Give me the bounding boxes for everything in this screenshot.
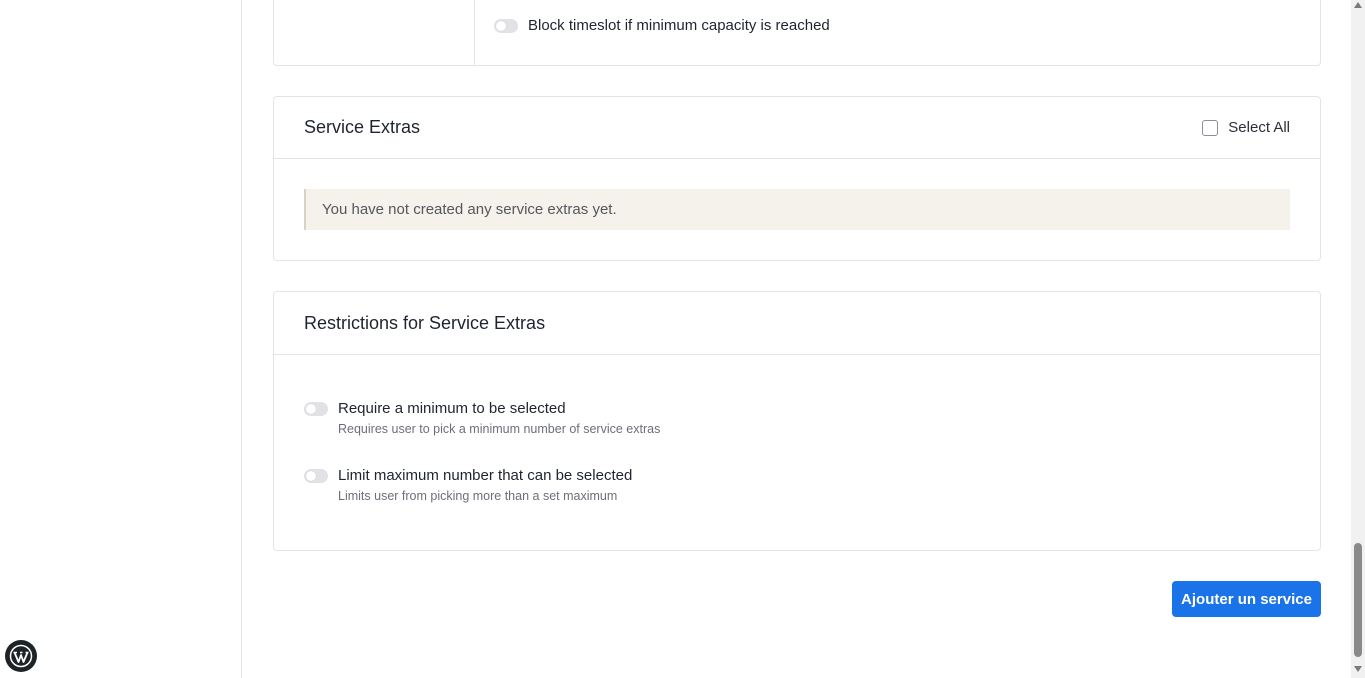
service-extras-title: Service Extras [304, 117, 421, 137]
empty-extras-notice: You have not created any service extras … [304, 189, 1290, 230]
main-content: Block timeslot if minimum capacity is re… [243, 0, 1351, 678]
require-minimum-label: Require a minimum to be selected [338, 400, 566, 417]
select-all-control[interactable]: Select All [1202, 119, 1290, 136]
block-timeslot-label: Block timeslot if minimum capacity is re… [528, 17, 830, 34]
require-minimum-toggle[interactable] [304, 401, 328, 416]
capacity-divider [474, 0, 475, 65]
restrictions-title: Restrictions for Service Extras [304, 312, 546, 333]
service-extras-header: Service Extras Select All [274, 97, 1320, 159]
page-scrollbar[interactable] [1351, 0, 1365, 678]
scroll-down-icon[interactable] [1354, 666, 1362, 672]
block-timeslot-toggle[interactable] [494, 18, 518, 33]
restrictions-header: Restrictions for Service Extras [274, 292, 1320, 355]
admin-sidebar [0, 0, 242, 678]
wordpress-icon[interactable] [5, 640, 37, 672]
restriction-minimum: Require a minimum to be selected Require… [304, 400, 660, 436]
select-all-checkbox[interactable] [1202, 119, 1219, 136]
select-all-label: Select All [1228, 119, 1290, 136]
capacity-card: Block timeslot if minimum capacity is re… [273, 0, 1321, 66]
limit-maximum-toggle[interactable] [304, 468, 328, 483]
limit-maximum-label: Limit maximum number that can be selecte… [338, 467, 633, 484]
service-extras-card: Service Extras Select All You have not c… [273, 96, 1321, 261]
restrictions-card: Restrictions for Service Extras Require … [273, 291, 1321, 551]
add-service-button[interactable]: Ajouter un service [1172, 581, 1321, 617]
scroll-thumb[interactable] [1354, 543, 1362, 657]
scroll-up-icon[interactable] [1354, 2, 1362, 8]
limit-maximum-description: Limits user from picking more than a set… [338, 489, 618, 503]
block-timeslot-row: Block timeslot if minimum capacity is re… [494, 17, 830, 34]
restriction-maximum: Limit maximum number that can be selecte… [304, 467, 632, 503]
require-minimum-description: Requires user to pick a minimum number o… [338, 422, 661, 436]
